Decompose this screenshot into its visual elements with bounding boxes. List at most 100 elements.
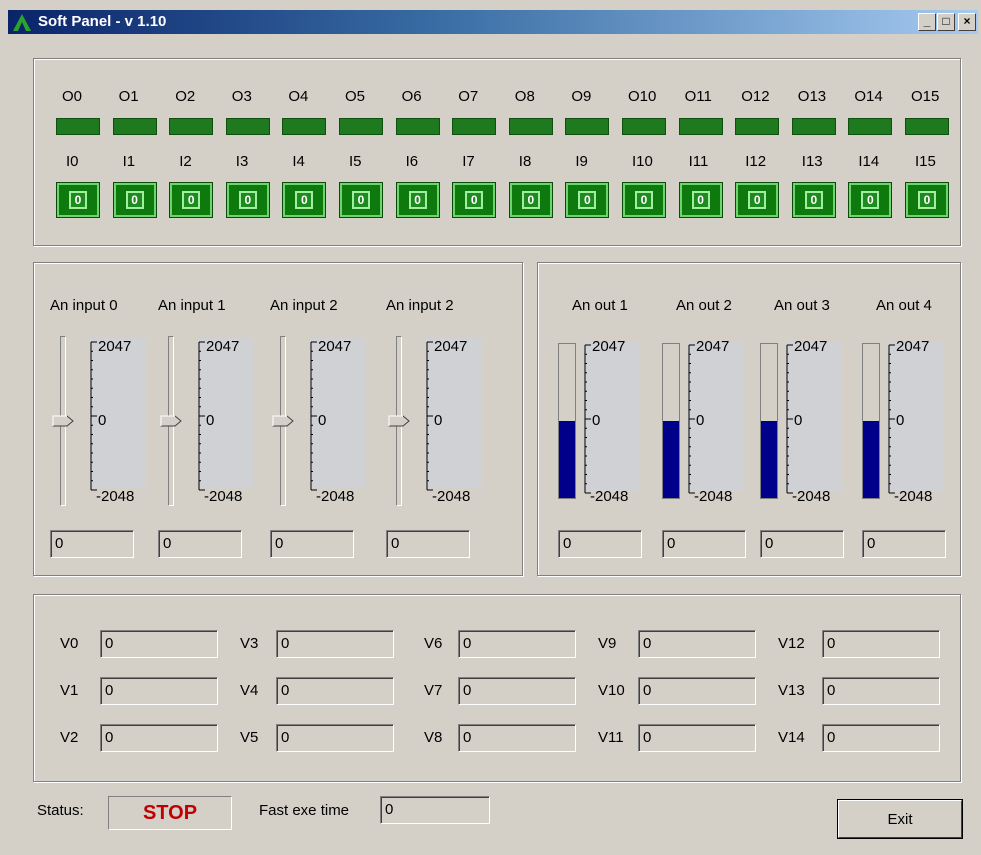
input-toggle-button[interactable]: 0 bbox=[396, 183, 439, 217]
minimize-button[interactable]: _ bbox=[918, 13, 936, 31]
scale-max-label: 2047 bbox=[896, 338, 930, 355]
title-bar[interactable]: Soft Panel - v 1.10 _ □ × bbox=[8, 10, 978, 34]
analog-output-bar-fill bbox=[863, 421, 879, 498]
slider-thumb[interactable] bbox=[272, 415, 294, 427]
fast-exe-time-label: Fast exe time bbox=[259, 802, 350, 819]
input-label: I8 bbox=[518, 153, 532, 170]
scale-min-label: -2048 bbox=[96, 488, 135, 505]
output-led bbox=[169, 118, 214, 135]
output-led bbox=[905, 118, 949, 135]
output-label: O0 bbox=[62, 88, 83, 105]
input-value: 0 bbox=[408, 191, 427, 209]
output-led bbox=[395, 118, 440, 135]
variable-label: V3 bbox=[240, 635, 259, 652]
scale-min-label: -2048 bbox=[894, 488, 933, 505]
variable-label: V13 bbox=[778, 682, 805, 699]
analog-input-label: An input 0 bbox=[50, 297, 118, 314]
status-label: Status: bbox=[37, 802, 84, 819]
slider-thumb[interactable] bbox=[160, 415, 182, 427]
input-toggle-button[interactable]: 0 bbox=[849, 183, 892, 217]
maximize-button[interactable]: □ bbox=[937, 13, 955, 31]
output-led bbox=[339, 118, 383, 135]
input-toggle-button[interactable]: 0 bbox=[906, 183, 948, 217]
analog-input-value-field: 0 bbox=[386, 530, 470, 558]
input-label: I7 bbox=[462, 153, 475, 170]
input-value: 0 bbox=[578, 191, 597, 209]
slider-thumb[interactable] bbox=[388, 415, 410, 427]
app-logo-icon bbox=[13, 14, 31, 31]
output-label: O11 bbox=[684, 88, 712, 105]
analog-output-bar bbox=[662, 343, 680, 499]
scale-min-label: -2048 bbox=[316, 488, 355, 505]
input-value: 0 bbox=[635, 191, 653, 209]
variable-label: V1 bbox=[60, 682, 79, 699]
variable-value-field: 0 bbox=[100, 724, 218, 752]
input-toggle-button[interactable]: 0 bbox=[792, 183, 835, 217]
window-title: Soft Panel - v 1.10 bbox=[38, 13, 167, 30]
analog-input-value-field: 0 bbox=[270, 530, 354, 558]
output-led bbox=[452, 118, 497, 135]
input-toggle-button[interactable]: 0 bbox=[170, 183, 213, 217]
analog-output-value-field: 0 bbox=[760, 530, 844, 558]
fast-exe-time-field: 0 bbox=[380, 796, 490, 824]
analog-output-label: An out 4 bbox=[876, 297, 932, 314]
output-label: O13 bbox=[797, 88, 827, 105]
output-label: O1 bbox=[118, 88, 139, 105]
input-toggle-button[interactable]: 0 bbox=[340, 183, 382, 217]
output-led bbox=[622, 118, 666, 135]
input-toggle-button[interactable]: 0 bbox=[509, 183, 552, 217]
input-toggle-button[interactable]: 0 bbox=[113, 183, 156, 217]
scale-max-label: 2047 bbox=[696, 338, 730, 355]
input-toggle-button[interactable]: 0 bbox=[679, 183, 722, 217]
input-value: 0 bbox=[182, 191, 201, 209]
input-value: 0 bbox=[521, 191, 540, 209]
output-label: O14 bbox=[854, 88, 883, 105]
analog-input-label: An input 1 bbox=[158, 297, 226, 314]
input-toggle-button[interactable]: 0 bbox=[566, 183, 609, 217]
input-label: I15 bbox=[915, 153, 936, 170]
variable-label: V14 bbox=[778, 729, 805, 746]
input-toggle-button[interactable]: 0 bbox=[736, 183, 779, 217]
scale-max-label: 2047 bbox=[434, 338, 468, 355]
scale-ticks bbox=[786, 344, 793, 494]
scale-ticks bbox=[426, 341, 433, 491]
variable-label: V0 bbox=[60, 635, 79, 652]
analog-output-value-field: 0 bbox=[862, 530, 946, 558]
analog-output-bar-fill bbox=[559, 421, 575, 498]
output-label: O6 bbox=[401, 88, 422, 105]
scale-min-label: -2048 bbox=[590, 488, 629, 505]
variable-value-field: 0 bbox=[100, 677, 218, 705]
output-led bbox=[678, 118, 723, 135]
scale-mid-label: 0 bbox=[592, 412, 601, 429]
maximize-icon: □ bbox=[942, 14, 950, 28]
variable-label: V4 bbox=[240, 682, 259, 699]
close-button[interactable]: × bbox=[958, 13, 976, 31]
input-toggle-button[interactable]: 0 bbox=[283, 183, 326, 217]
analog-output-label: An out 3 bbox=[774, 297, 830, 314]
slider-thumb[interactable] bbox=[52, 415, 74, 427]
scale-mid-label: 0 bbox=[98, 412, 107, 429]
variable-value-field: 0 bbox=[822, 724, 940, 752]
output-label: O3 bbox=[231, 88, 252, 105]
input-label: I5 bbox=[349, 153, 362, 170]
scale-min-label: -2048 bbox=[204, 488, 243, 505]
analog-output-bar bbox=[862, 343, 880, 499]
scale-max-label: 2047 bbox=[592, 338, 626, 355]
input-toggle-button[interactable]: 0 bbox=[57, 183, 99, 217]
exit-button[interactable]: Exit bbox=[838, 800, 962, 838]
input-value: 0 bbox=[125, 191, 144, 209]
input-toggle-button[interactable]: 0 bbox=[226, 183, 269, 217]
input-value: 0 bbox=[918, 191, 936, 209]
input-label: I14 bbox=[858, 153, 880, 170]
variable-value-field: 0 bbox=[822, 677, 940, 705]
input-toggle-button[interactable]: 0 bbox=[453, 183, 496, 217]
variable-label: V6 bbox=[424, 635, 443, 652]
input-value: 0 bbox=[748, 191, 767, 209]
input-toggle-button[interactable]: 0 bbox=[623, 183, 665, 217]
analog-input-value-field: 0 bbox=[50, 530, 134, 558]
analog-output-bar-fill bbox=[663, 421, 679, 498]
variable-value-field: 0 bbox=[458, 724, 576, 752]
input-label: I13 bbox=[801, 153, 823, 170]
variable-label: V5 bbox=[240, 729, 259, 746]
soft-panel-window: Soft Panel - v 1.10 _ □ × O0 I0 0 O1 I1 0 O2 I2… bbox=[0, 0, 981, 855]
